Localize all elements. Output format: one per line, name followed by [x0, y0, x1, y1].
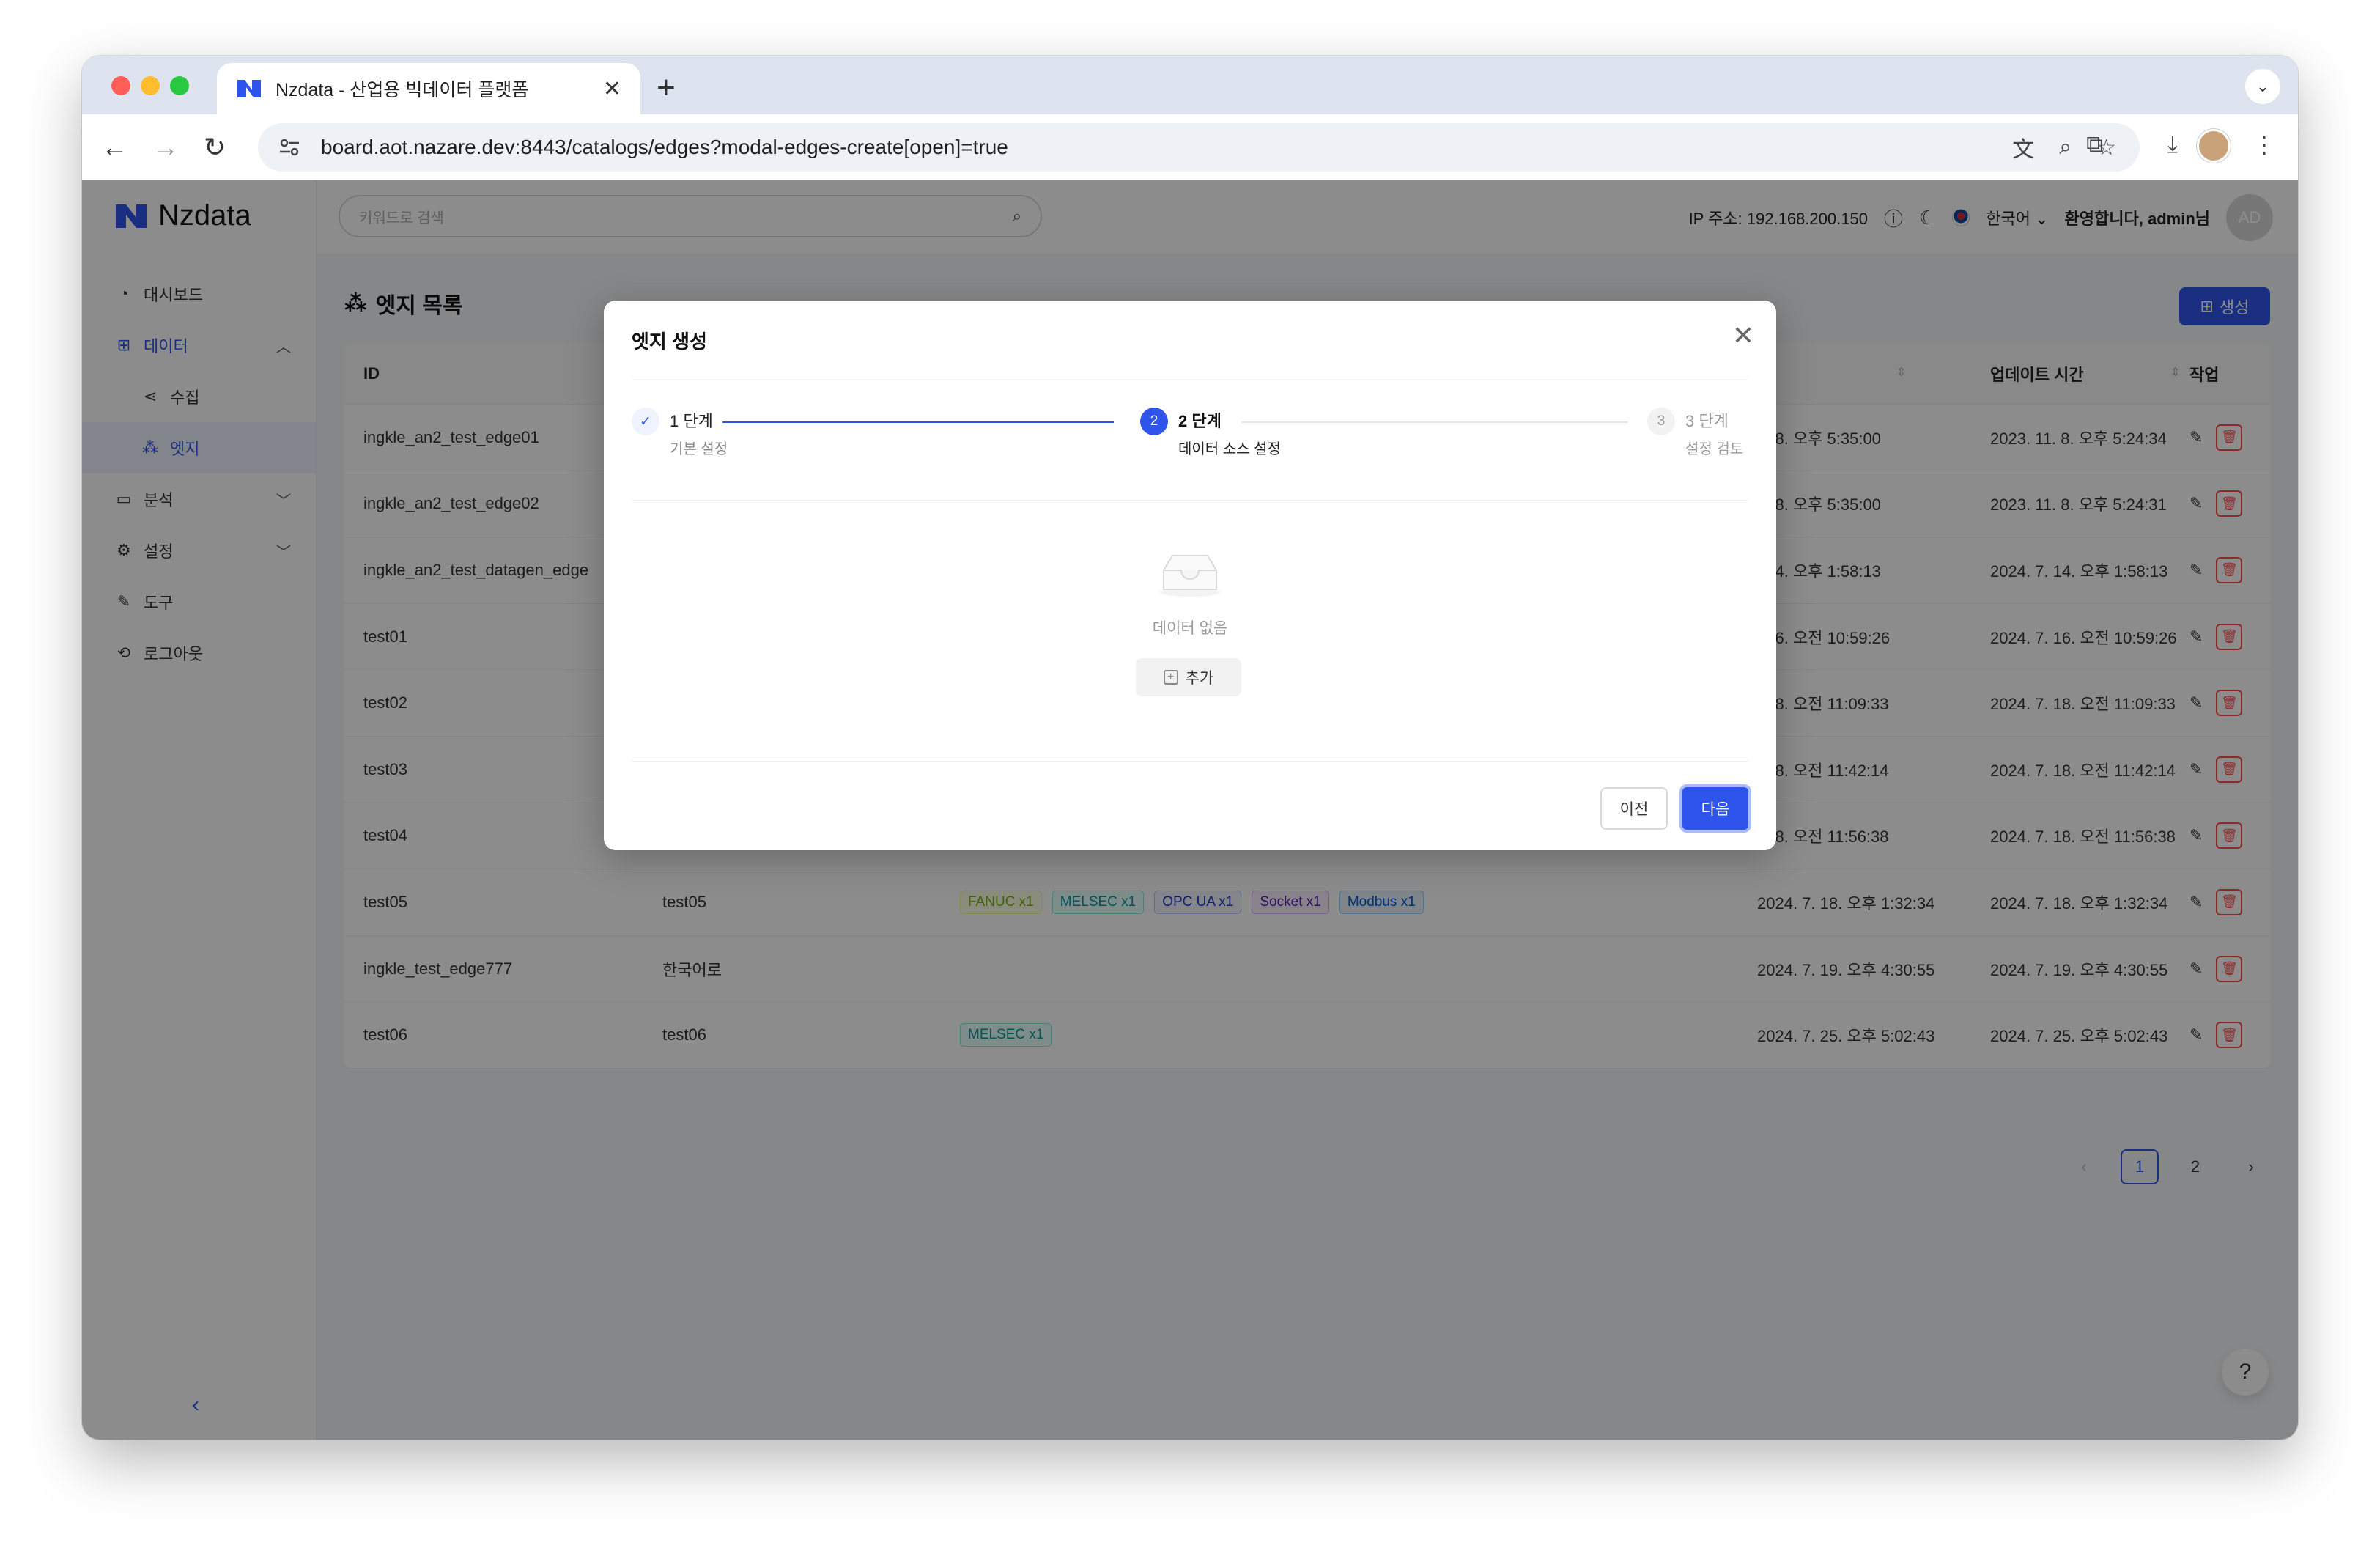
maximize-window-button[interactable]	[170, 76, 189, 95]
browser-tab[interactable]: Nzdata - 산업용 빅데이터 플랫폼 ✕	[217, 63, 640, 114]
step-2[interactable]: 2 2 단계 데이터 소스 설정	[1140, 408, 1281, 458]
add-data-source-button[interactable]: + 추가	[1136, 658, 1241, 696]
empty-text: 데이터 없음	[1152, 620, 1228, 637]
browser-toolbar: ← → ↻ board.aot.nazare.dev:8443/catalogs…	[82, 114, 2298, 180]
forward-arrow-icon[interactable]: →	[152, 130, 179, 164]
step-1[interactable]: ✓ 1 단계 기본 설정	[632, 408, 728, 458]
check-icon: ✓	[632, 408, 659, 435]
plus-square-icon: +	[1163, 670, 1178, 685]
download-icon[interactable]: ⤓	[2168, 130, 2178, 158]
close-icon[interactable]: ✕	[1732, 321, 1754, 350]
divider	[632, 500, 1748, 501]
tab-title: Nzdata - 산업용 빅데이터 플랫폼	[276, 80, 529, 100]
add-label: 추가	[1185, 670, 1214, 687]
tab-strip: Nzdata - 산업용 빅데이터 플랫폼 ✕ + ⌄	[82, 56, 2298, 114]
empty-inbox-icon	[1159, 555, 1221, 597]
nzdata-favicon-icon	[237, 80, 261, 97]
step-title: 1 단계	[670, 412, 713, 430]
step-connector-pending	[1241, 421, 1628, 423]
profile-avatar[interactable]	[2197, 129, 2231, 163]
translate-icon[interactable]: 文	[2012, 131, 2034, 163]
address-bar[interactable]: board.aot.nazare.dev:8443/catalogs/edges…	[258, 123, 2140, 172]
next-button[interactable]: 다음	[1679, 784, 1751, 833]
empty-state: 데이터 없음	[604, 550, 1776, 638]
edge-create-modal: 엣지 생성 ✕ ✓ 1 단계 기본 설정 2 2 단계 데이터 소스 설정 3 …	[604, 301, 1776, 850]
close-window-button[interactable]	[111, 76, 130, 95]
zoom-icon[interactable]: ⌕	[2059, 135, 2072, 160]
step-connector-done	[722, 421, 1114, 423]
prev-button[interactable]: 이전	[1600, 787, 1668, 830]
step-title: 3 단계	[1685, 412, 1729, 430]
extensions-icon[interactable]: ⧉	[2086, 130, 2103, 158]
site-settings-icon[interactable]	[277, 135, 302, 160]
step-desc: 데이터 소스 설정	[1178, 441, 1281, 457]
step-number: 3	[1647, 408, 1675, 435]
reload-icon[interactable]: ↻	[204, 130, 226, 164]
divider	[632, 761, 1748, 762]
tab-search-chevron-icon[interactable]: ⌄	[2245, 69, 2280, 104]
step-title: 2 단계	[1178, 412, 1222, 430]
url-text: board.aot.nazare.dev:8443/catalogs/edges…	[321, 136, 1008, 158]
minimize-window-button[interactable]	[141, 76, 160, 95]
modal-title: 엣지 생성	[632, 331, 707, 353]
more-menu-icon[interactable]: ⋮	[2252, 130, 2276, 158]
back-arrow-icon[interactable]: ←	[101, 130, 128, 164]
tab-close-icon[interactable]: ✕	[603, 76, 621, 102]
step-number: 2	[1140, 408, 1168, 435]
browser-window: Nzdata - 산업용 빅데이터 플랫폼 ✕ + ⌄ ← → ↻ board.…	[82, 56, 2298, 1440]
step-desc: 기본 설정	[670, 441, 728, 457]
step-desc: 설정 검토	[1685, 441, 1744, 457]
new-tab-button[interactable]: +	[657, 66, 676, 110]
step-3[interactable]: 3 3 단계 설정 검토	[1647, 408, 1743, 458]
